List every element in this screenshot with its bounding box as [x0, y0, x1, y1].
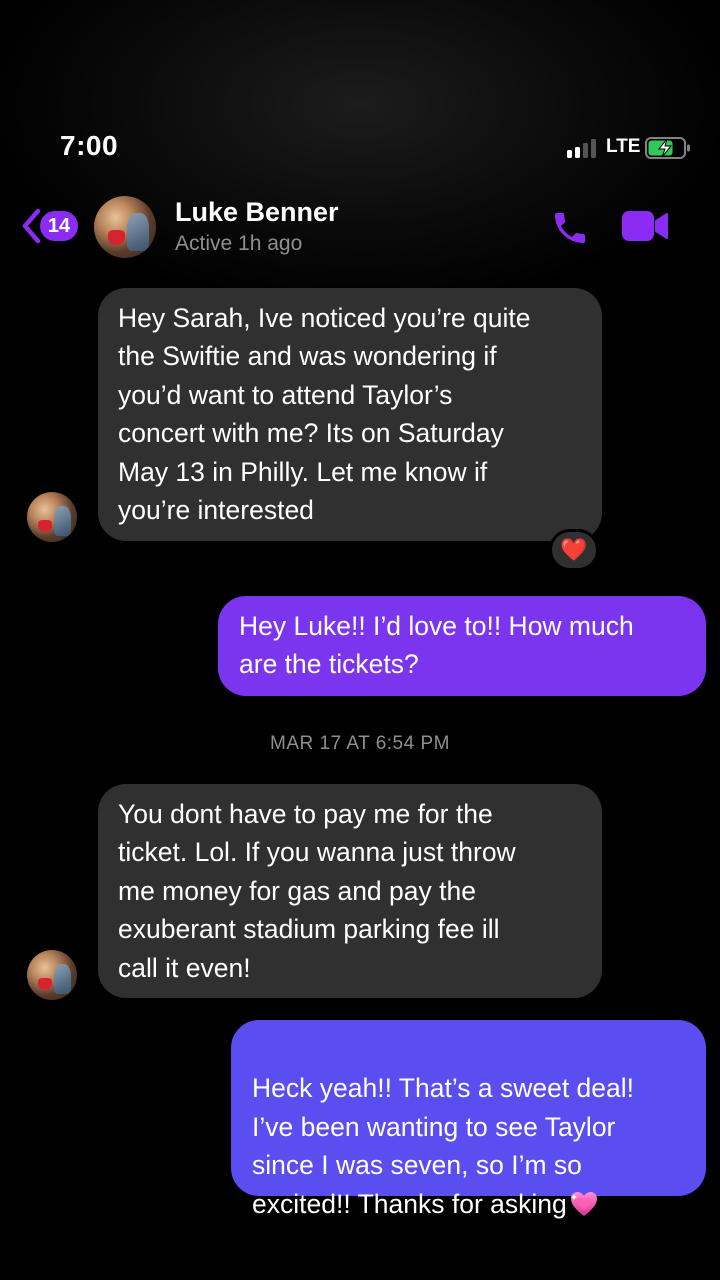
phone-icon[interactable]	[550, 208, 590, 248]
outgoing-message[interactable]: Heck yeah!! That’s a sweet deal! I’ve be…	[231, 1020, 706, 1219]
incoming-message[interactable]: You dont have to pay me for the ticket. …	[98, 784, 602, 998]
unread-count-badge: 14	[40, 211, 78, 241]
back-button[interactable]: 14	[20, 207, 84, 245]
sender-avatar	[27, 950, 77, 1000]
status-time: 7:00	[60, 130, 119, 161]
contact-avatar[interactable]	[94, 196, 156, 258]
outgoing-message[interactable]: Hey Luke!! I’d love to!! How much are th…	[218, 596, 706, 696]
video-camera-icon[interactable]	[621, 209, 669, 243]
cellular-signal-icon	[567, 138, 601, 158]
chevron-left-icon	[22, 208, 41, 244]
red-heart-emoji: ❤️	[560, 537, 588, 563]
contact-active-status: Active 1h ago	[175, 232, 303, 255]
network-type: LTE	[606, 136, 641, 157]
message-reaction[interactable]: ❤️	[549, 529, 599, 571]
message-timestamp: MAR 17 AT 6:54 PM	[270, 733, 450, 754]
battery-charging-icon	[645, 137, 690, 159]
sender-avatar	[27, 492, 77, 542]
incoming-message[interactable]: Hey Sarah, Ive noticed you’re quite the …	[98, 288, 602, 541]
sparkling-heart-icon	[570, 1191, 597, 1216]
contact-name[interactable]: Luke Benner	[175, 197, 339, 228]
